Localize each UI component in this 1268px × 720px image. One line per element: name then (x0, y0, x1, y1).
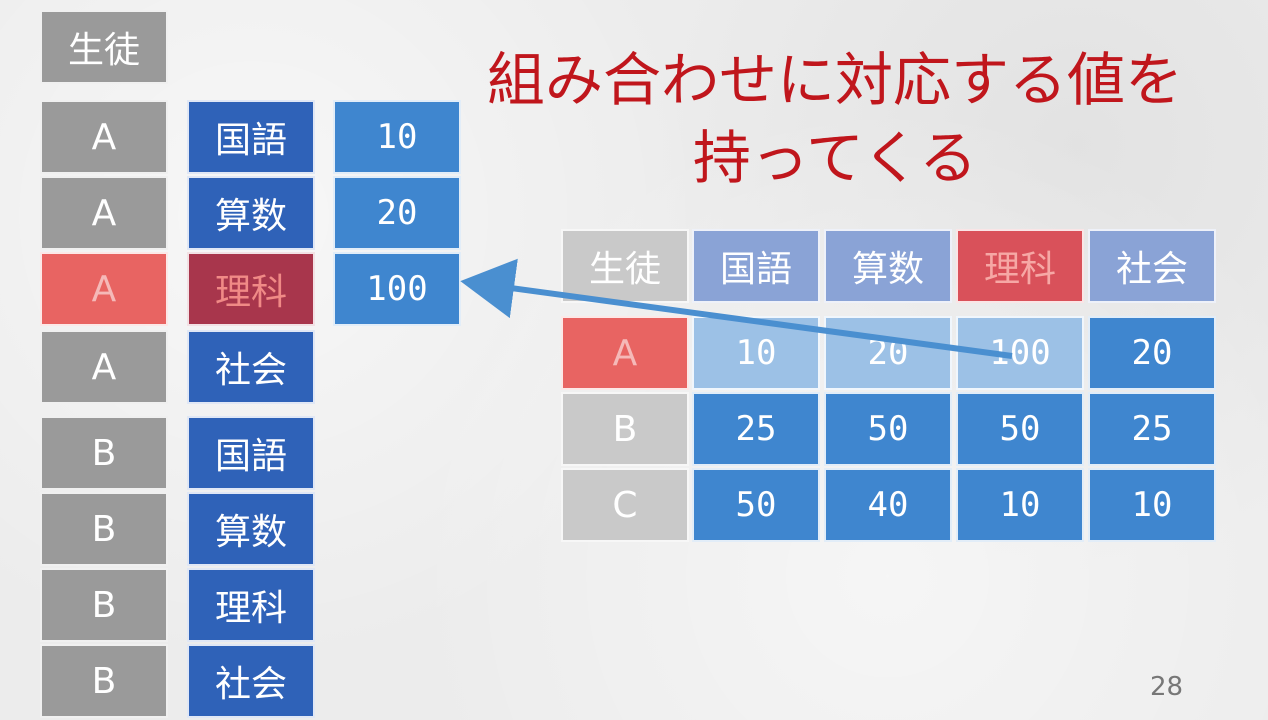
left-student-cell: A (40, 330, 168, 404)
left-subject-cell: 社会 (187, 330, 315, 404)
left-value-cell: 100 (333, 252, 461, 326)
matrix-header-subject: 算数 (824, 229, 952, 303)
slide-title-line1: 組み合わせに対応する値を (486, 46, 1183, 114)
left-student-cell: B (40, 644, 168, 718)
matrix-value-cell: 10 (1088, 468, 1216, 542)
left-subject-cell: 国語 (187, 100, 315, 174)
matrix-row-label: C (561, 468, 689, 542)
matrix-value-cell-highlight: 100 (956, 316, 1084, 390)
slide-title-line2: 持ってくる (692, 124, 978, 192)
left-subject-cell: 国語 (187, 416, 315, 490)
matrix-value-cell: 40 (824, 468, 952, 542)
matrix-value-cell: 25 (1088, 392, 1216, 466)
matrix-header-subject-highlight: 理科 (956, 229, 1084, 303)
left-student-cell: B (40, 492, 168, 566)
left-header-student: 生徒 (40, 10, 168, 84)
matrix-value-cell: 50 (824, 392, 952, 466)
left-subject-cell: 理科 (187, 568, 315, 642)
matrix-header-subject: 国語 (692, 229, 820, 303)
matrix-value-cell: 20 (824, 316, 952, 390)
page-number: 28 (1150, 672, 1184, 702)
matrix-value-cell: 50 (956, 392, 1084, 466)
matrix-value-cell: 50 (692, 468, 820, 542)
left-subject-cell: 算数 (187, 492, 315, 566)
left-student-cell-highlight: A (40, 252, 168, 326)
matrix-row-label: B (561, 392, 689, 466)
matrix-value-cell: 25 (692, 392, 820, 466)
matrix-header-subject: 社会 (1088, 229, 1216, 303)
matrix-value-cell: 10 (692, 316, 820, 390)
matrix-header-student: 生徒 (561, 229, 689, 303)
left-student-cell: B (40, 416, 168, 490)
left-student-cell: A (40, 176, 168, 250)
left-student-cell: B (40, 568, 168, 642)
matrix-value-cell: 10 (956, 468, 1084, 542)
left-subject-cell: 社会 (187, 644, 315, 718)
left-subject-cell: 算数 (187, 176, 315, 250)
matrix-row-label-highlight: A (561, 316, 689, 390)
left-subject-cell-highlight: 理科 (187, 252, 315, 326)
matrix-value-cell: 20 (1088, 316, 1216, 390)
left-student-cell: A (40, 100, 168, 174)
